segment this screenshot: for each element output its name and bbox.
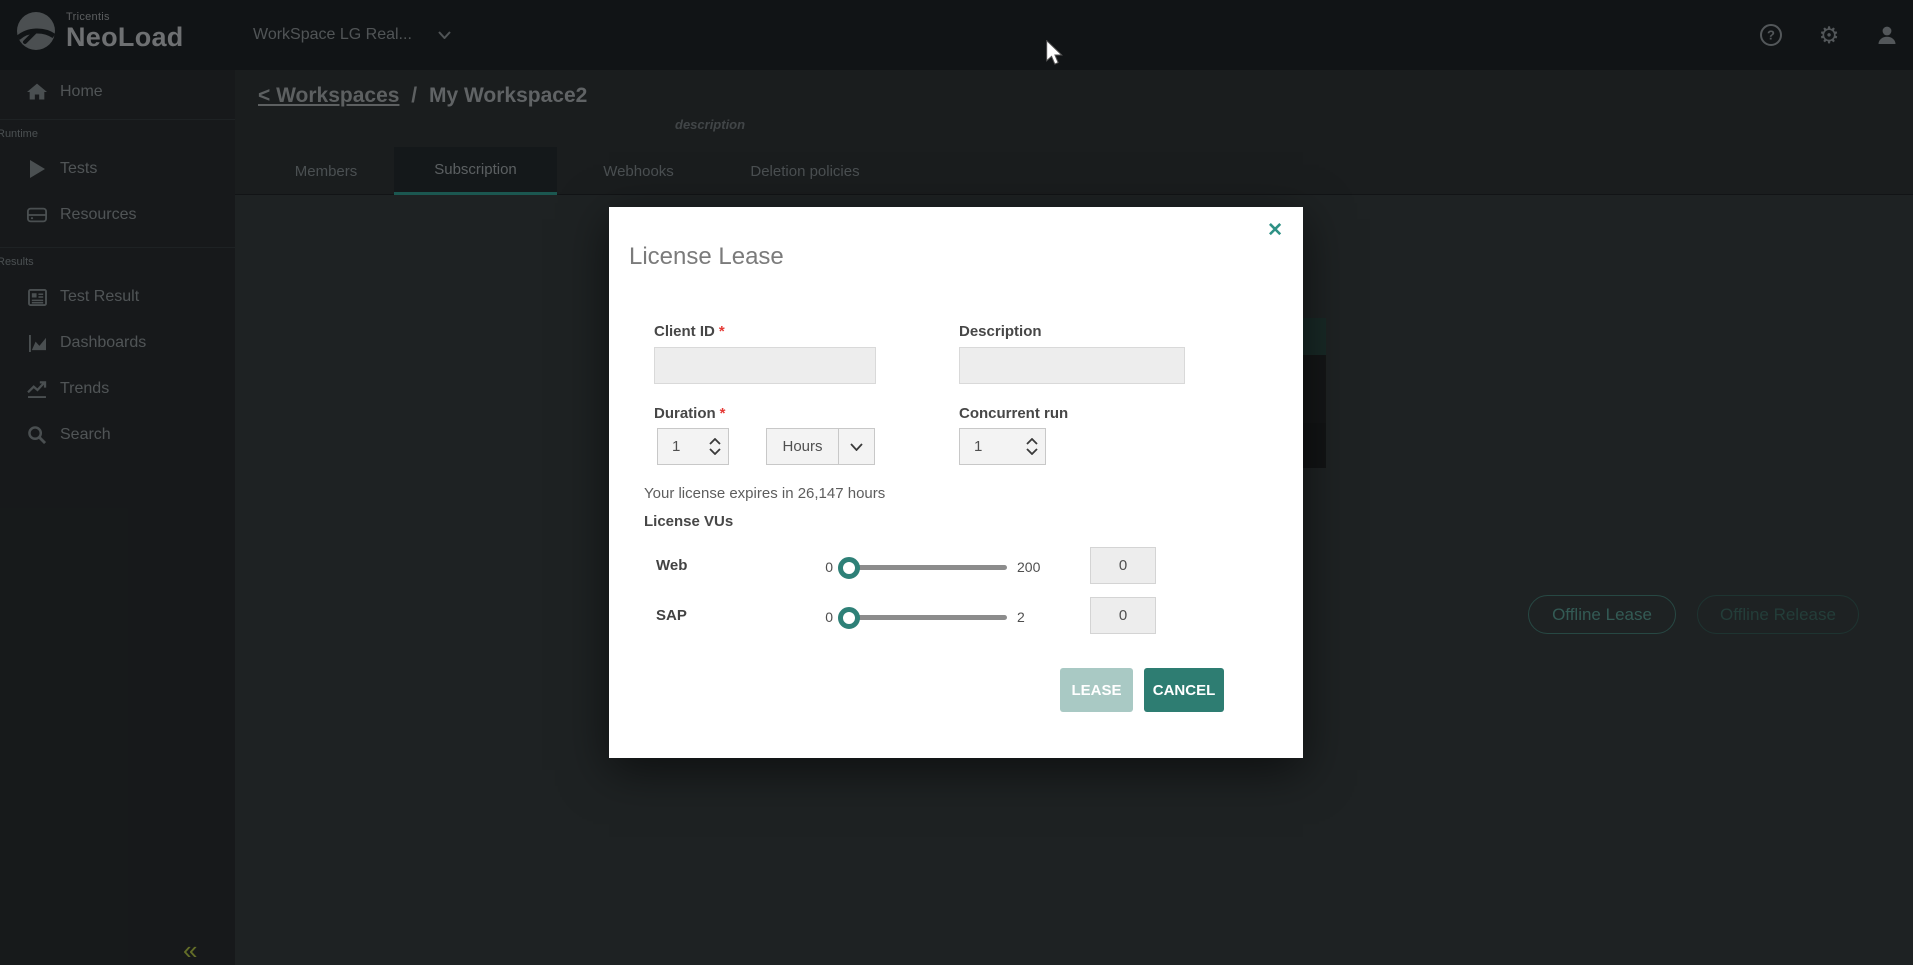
concurrent-run-label: Concurrent run: [959, 405, 1068, 422]
duration-unit-value: Hours: [767, 429, 838, 464]
sap-slider-track[interactable]: [849, 615, 1007, 620]
sap-slider-max: 2: [1017, 609, 1025, 625]
web-slider-handle[interactable]: [838, 557, 860, 579]
stepper-down-icon[interactable]: [709, 448, 721, 455]
description-label: Description: [959, 323, 1042, 340]
chevron-down-icon: [850, 443, 863, 451]
concurrent-run-value[interactable]: 1: [960, 429, 1019, 464]
web-slider-label: Web: [656, 557, 687, 574]
sap-vu-input[interactable]: [1090, 597, 1156, 634]
required-asterisk: *: [719, 323, 725, 340]
cancel-button[interactable]: CANCEL: [1144, 668, 1224, 712]
client-id-input[interactable]: [654, 347, 876, 384]
web-slider-track[interactable]: [849, 565, 1007, 570]
web-vu-input[interactable]: [1090, 547, 1156, 584]
web-slider-min: 0: [807, 559, 833, 575]
sap-slider-label: SAP: [656, 607, 687, 624]
client-id-label: Client ID*: [654, 323, 725, 340]
duration-stepper[interactable]: 1: [657, 428, 729, 465]
required-asterisk: *: [720, 405, 726, 422]
description-input[interactable]: [959, 347, 1185, 384]
dialog-title: License Lease: [629, 243, 784, 271]
duration-label: Duration*: [654, 405, 726, 422]
duration-unit-select[interactable]: Hours: [766, 428, 875, 465]
stepper-up-icon[interactable]: [1026, 438, 1038, 445]
sap-slider-min: 0: [807, 609, 833, 625]
license-lease-dialog: ✕ License Lease Client ID* Description D…: [609, 207, 1303, 758]
concurrent-run-stepper[interactable]: 1: [959, 428, 1046, 465]
web-slider-max: 200: [1017, 559, 1040, 575]
app-root: Tricentis NeoLoad WorkSpace LG Real... ?…: [0, 0, 1913, 965]
stepper-up-icon[interactable]: [709, 438, 721, 445]
lease-button[interactable]: LEASE: [1060, 668, 1133, 712]
duration-value[interactable]: 1: [658, 429, 702, 464]
stepper-down-icon[interactable]: [1026, 448, 1038, 455]
license-expiry-note: Your license expires in 26,147 hours: [644, 485, 885, 502]
license-vus-label: License VUs: [644, 513, 733, 530]
close-icon[interactable]: ✕: [1267, 219, 1283, 242]
sap-slider-handle[interactable]: [838, 607, 860, 629]
